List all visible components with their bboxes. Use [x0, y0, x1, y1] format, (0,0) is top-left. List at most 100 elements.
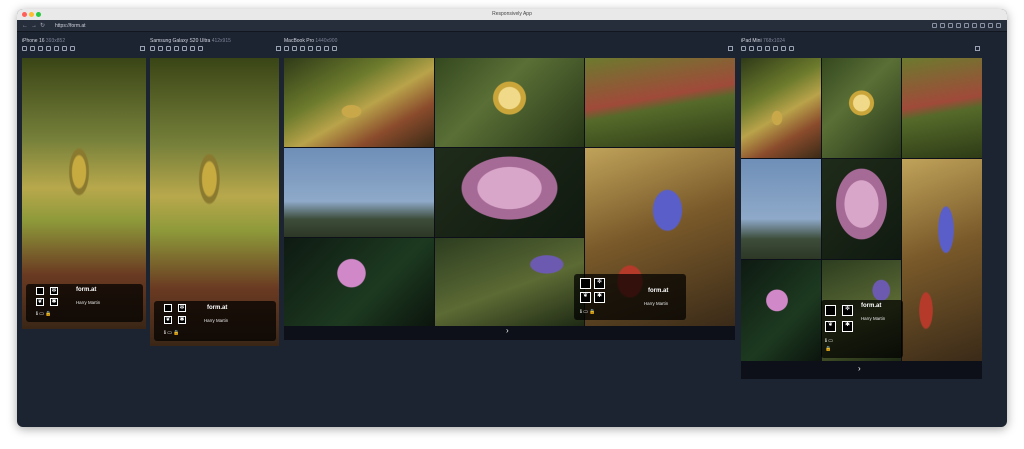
author-name[interactable]: Harry Martin: [204, 318, 228, 323]
screenshot-icon[interactable]: [749, 46, 754, 51]
device-toolbar: [150, 46, 203, 51]
more-icon[interactable]: [789, 46, 794, 51]
zoom-out-icon[interactable]: [940, 23, 945, 28]
camera-icon[interactable]: [38, 46, 43, 51]
device-macbook-pro: MacBook Pro 1440x900 ✻ ❦ ✱ form.at Harry…: [284, 38, 739, 343]
author-name[interactable]: Harry Martin: [861, 316, 887, 321]
devtools-icon[interactable]: [54, 46, 59, 51]
info-icon[interactable]: ℹ: [164, 330, 166, 336]
back-icon[interactable]: ←: [22, 22, 28, 30]
screenshot-icon[interactable]: [292, 46, 297, 51]
inspect-icon[interactable]: [308, 46, 313, 51]
bug-logo-icon: ✱: [178, 316, 186, 324]
bug-logo-icon: ✱: [842, 321, 853, 332]
settings-icon[interactable]: [988, 23, 993, 28]
author-name[interactable]: Harry Martin: [76, 300, 100, 305]
inspect-icon[interactable]: [46, 46, 51, 51]
fullscreen-icon[interactable]: [276, 46, 281, 51]
title-bar: Responsively App: [17, 9, 1007, 20]
rotate-icon[interactable]: [284, 46, 289, 51]
forward-icon[interactable]: →: [31, 22, 37, 30]
screenshot-icon[interactable]: [956, 23, 961, 28]
flower-logo-icon: ✻: [50, 287, 58, 295]
site-title[interactable]: form.at: [76, 287, 96, 293]
chevron-right-icon[interactable]: ›: [858, 365, 861, 373]
more-icon[interactable]: [70, 46, 75, 51]
devtools-icon[interactable]: [182, 46, 187, 51]
photo: [902, 159, 982, 361]
site-title[interactable]: form.at: [207, 305, 227, 311]
more-icon[interactable]: [996, 23, 1001, 28]
url-input[interactable]: https://form.at: [55, 23, 86, 29]
lock-icon[interactable]: 🔒: [825, 346, 831, 352]
square-logo-icon: [164, 304, 172, 312]
devtools-icon[interactable]: [316, 46, 321, 51]
lock-icon[interactable]: 🔒: [589, 309, 595, 315]
devices-icon[interactable]: [980, 23, 985, 28]
device-name: MacBook Pro: [284, 38, 315, 44]
rotate-icon[interactable]: [150, 46, 155, 51]
screenshot-icon[interactable]: [158, 46, 163, 51]
site-overlay: ✻ ❦ ✱ form.at Harry Martin ℹ ▭ 🔒: [574, 274, 686, 320]
photo: [435, 58, 584, 147]
inspect-icon[interactable]: [765, 46, 770, 51]
bug-logo-icon: ✱: [50, 298, 58, 306]
code-icon[interactable]: [190, 46, 195, 51]
id-card-icon[interactable]: ▭: [39, 311, 44, 317]
code-icon[interactable]: [62, 46, 67, 51]
site-title[interactable]: form.at: [861, 303, 881, 309]
id-card-icon[interactable]: ▭: [828, 338, 833, 344]
code-icon[interactable]: [781, 46, 786, 51]
zoom-in-icon[interactable]: [932, 23, 937, 28]
id-card-icon[interactable]: ▭: [583, 309, 588, 315]
site-title[interactable]: form.at: [648, 288, 668, 294]
leaf-logo-icon: ❦: [580, 292, 591, 303]
photo: [284, 148, 434, 237]
viewport: ✻ ❦ ✱ form.at Harry Martin ℹ ▭ 🔒: [22, 58, 146, 329]
info-icon[interactable]: ℹ: [580, 309, 582, 315]
device-label: iPad Mini 768x1024: [741, 38, 785, 44]
devtools-icon[interactable]: [773, 46, 778, 51]
info-icon[interactable]: ℹ: [36, 311, 38, 317]
photo: [741, 58, 821, 158]
device-name: iPhone 16: [22, 38, 45, 44]
fullscreen-icon[interactable]: [728, 46, 733, 51]
photo: [435, 148, 584, 237]
address-bar: ← → ↻ https://form.at: [17, 20, 1007, 32]
camera-icon[interactable]: [300, 46, 305, 51]
rotate-icon[interactable]: [22, 46, 27, 51]
footer-icons: ℹ ▭: [825, 338, 833, 344]
device-toolbar: [284, 46, 337, 51]
toolbar-icons: [932, 23, 1001, 28]
viewport: ✻ ❦ ✱ form.at Harry Martin ℹ ▭ 🔒 ›: [741, 58, 982, 379]
device-name: Samsung Galaxy S20 Ultra: [150, 38, 211, 44]
rotate-icon[interactable]: [741, 46, 746, 51]
fullscreen-icon[interactable]: [975, 46, 980, 51]
id-card-icon[interactable]: ▭: [167, 330, 172, 336]
camera-icon[interactable]: [166, 46, 171, 51]
author-name[interactable]: Harry Martin: [644, 301, 668, 306]
site-overlay: ✻ ❦ ✱ form.at Harry Martin ℹ ▭ 🔒: [821, 300, 903, 358]
window-title: Responsively App: [492, 11, 532, 17]
more-icon[interactable]: [332, 46, 337, 51]
inspect-icon[interactable]: [174, 46, 179, 51]
photo: [741, 260, 821, 361]
flower-logo-icon: ✻: [178, 304, 186, 312]
square-logo-icon: [825, 305, 836, 316]
square-logo-icon: [36, 287, 44, 295]
fullscreen-icon[interactable]: [140, 46, 145, 51]
rotate-icon[interactable]: [948, 23, 953, 28]
theme-icon[interactable]: [972, 23, 977, 28]
more-icon[interactable]: [198, 46, 203, 51]
lock-icon[interactable]: 🔒: [45, 311, 51, 317]
device-size: 768x1024: [762, 38, 785, 44]
code-icon[interactable]: [324, 46, 329, 51]
device-toolbar: [741, 46, 794, 51]
reload-icon[interactable]: ↻: [40, 22, 45, 30]
layout-icon[interactable]: [964, 23, 969, 28]
lock-icon[interactable]: 🔒: [173, 330, 179, 336]
chevron-right-icon[interactable]: ›: [506, 327, 509, 335]
screenshot-icon[interactable]: [30, 46, 35, 51]
info-icon[interactable]: ℹ: [825, 338, 827, 344]
camera-icon[interactable]: [757, 46, 762, 51]
